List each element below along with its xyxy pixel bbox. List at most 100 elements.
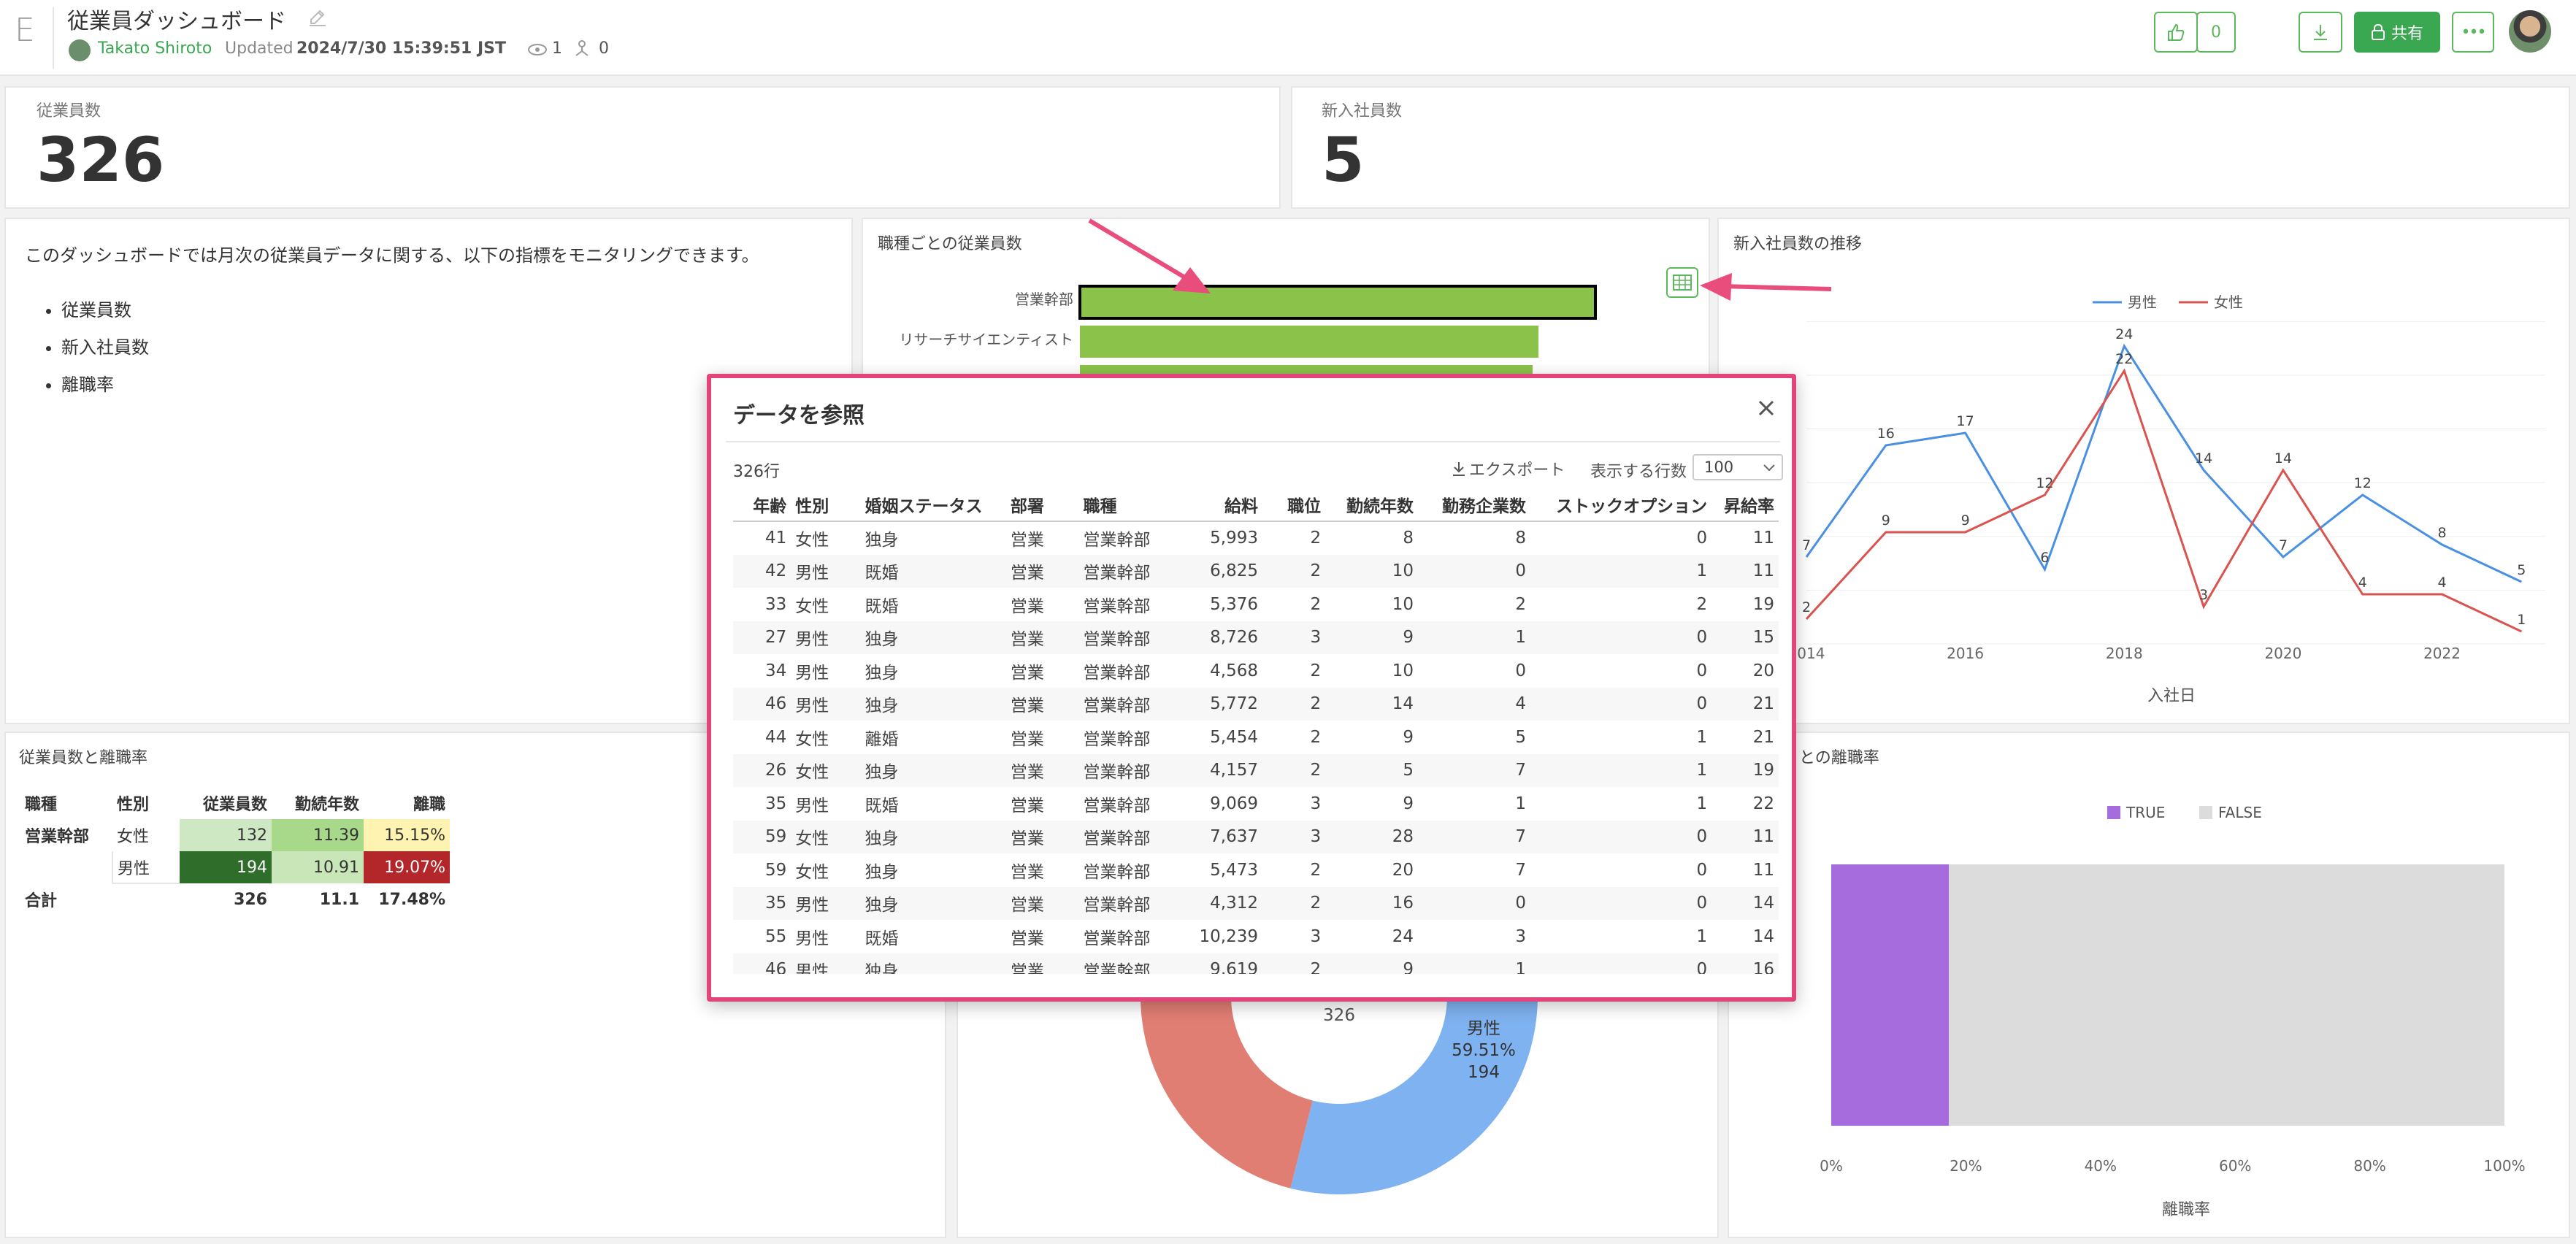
table-cell: 営業 (1005, 886, 1079, 920)
table-cell: 営業 (1010, 596, 1044, 616)
table-cell: 営業幹部 (1078, 953, 1181, 974)
total-rate: 17.48% (378, 890, 445, 909)
table-cell: 女性 (795, 531, 829, 550)
rate-cell: 15.15% (364, 819, 450, 851)
author-avatar[interactable] (69, 39, 91, 61)
table-row: 46 男性 独身 営業 営業幹部 5,772 2 14 4 0 21 (733, 687, 1779, 721)
rate-cell: 19.07% (364, 851, 450, 883)
x-tick-label: 60% (2219, 1157, 2251, 1175)
table-cell: 独身 (865, 531, 899, 550)
table-cell: 女性 (795, 862, 829, 882)
x-tick-label: 100% (2483, 1157, 2525, 1175)
table-cell: 2 (1310, 860, 1322, 880)
table-cell: 営業 (1005, 953, 1079, 974)
table-cell: 20 (1392, 860, 1414, 880)
table-cell: 16 (1711, 953, 1779, 974)
gender-cell: 男性 (112, 851, 180, 884)
legend-true-swatch (2107, 806, 2120, 819)
col-header[interactable]: 婚姻ステータス (860, 488, 1006, 522)
col-header: 職種 (25, 796, 58, 814)
col-header[interactable]: 性別 (791, 488, 861, 522)
table-cell: 1 (1696, 926, 1708, 946)
data-label: 9 (1961, 512, 1970, 529)
table-cell: 1 (1696, 794, 1708, 813)
table-cell: 9 (1325, 621, 1418, 654)
table-cell: 0 (1530, 621, 1712, 654)
table-cell: 2 (1262, 753, 1326, 787)
table-cell: 14 (1325, 687, 1418, 721)
bar-mark[interactable] (1080, 326, 1539, 358)
legend-false-swatch (2199, 806, 2212, 819)
table-cell: 15 (1711, 621, 1779, 654)
col-header[interactable]: 勤続年数 (1325, 488, 1418, 522)
table-cell: 19 (1752, 594, 1774, 614)
divider (53, 7, 54, 69)
kpi-value: 326 (37, 124, 165, 196)
data-label: 9 (1882, 512, 1890, 529)
col-header[interactable]: 昇給率 (1711, 488, 1779, 522)
table-cell: 5,454 (1210, 727, 1259, 747)
table-row: 59 女性 独身 営業 営業幹部 5,473 2 20 7 0 11 (733, 853, 1779, 887)
app-logo[interactable]: E (15, 12, 35, 49)
legend-false: FALSE (2218, 804, 2262, 821)
table-cell: 1 (1530, 753, 1712, 787)
table-cell: 3 (1262, 621, 1326, 654)
table-row: 55 男性 既婚 営業 営業幹部 10,239 3 24 3 1 14 (733, 920, 1779, 953)
table-cell: 7 (1417, 753, 1531, 787)
table-cell: 0 (1417, 886, 1531, 920)
list-item: 離職率 (61, 366, 149, 404)
table-cell: 5,772 (1181, 687, 1263, 721)
list-item: 新入社員数 (61, 329, 149, 366)
gender-cell: 女性 (117, 828, 150, 846)
like-count[interactable]: 0 (2196, 12, 2236, 53)
table-cell: 独身 (860, 886, 1006, 920)
data-label: 4 (2358, 575, 2367, 591)
count-cell: 132 (180, 819, 272, 851)
table-cell: 19 (1711, 753, 1779, 787)
table-cell: 営業 (1005, 820, 1079, 853)
x-axis-label: 入社日 (2147, 687, 2196, 705)
col-header[interactable]: 職位 (1262, 488, 1326, 522)
table-row: 35 男性 独身 営業 営業幹部 4,312 2 16 0 0 14 (733, 886, 1779, 920)
like-button[interactable] (2154, 12, 2198, 53)
bar-false[interactable] (1949, 864, 2504, 1126)
table-cell: 9 (1403, 794, 1414, 813)
table-cell: 営業幹部 (1083, 862, 1151, 882)
table-cell: 2 (1310, 594, 1322, 614)
bar-true[interactable] (1831, 864, 1950, 1126)
table-cell: 4,312 (1181, 886, 1263, 920)
table-cell: 営業 (1010, 531, 1044, 550)
col-header[interactable]: 勤務企業数 (1417, 488, 1531, 522)
table-row: 44 女性 離婚 営業 営業幹部 5,454 2 9 5 1 21 (733, 721, 1779, 754)
col-header[interactable]: 職種 (1078, 488, 1181, 522)
col-header[interactable]: 年齢 (733, 488, 791, 522)
table-cell: 2 (1310, 661, 1322, 680)
share-button[interactable]: 共有 (2354, 12, 2440, 53)
count-cell: 194 (180, 851, 272, 883)
table-cell: 11 (1711, 554, 1779, 588)
table-cell: 10 (1325, 554, 1418, 588)
table-cell: 既婚 (865, 796, 899, 815)
col-header[interactable]: 部署 (1005, 488, 1079, 522)
table-cell: 離婚 (865, 729, 899, 749)
table-cell: 営業幹部 (1078, 753, 1181, 787)
more-button[interactable]: ••• (2452, 12, 2494, 53)
kpi-card-employees: 従業員数 326 (4, 86, 1281, 209)
col-header[interactable]: ストックオプション (1530, 488, 1712, 522)
author-name[interactable]: Takato Shiroto (98, 39, 212, 58)
table-cell: 独身 (865, 663, 899, 683)
table-cell: 8,726 (1181, 621, 1263, 654)
col-header[interactable]: 給料 (1181, 488, 1263, 522)
kpi-card-new-hires: 新入社員数 5 (1291, 86, 2570, 209)
download-button[interactable] (2299, 12, 2342, 53)
table-cell: 独身 (860, 621, 1006, 654)
data-table-scroll[interactable]: 年齢 性別 婚姻ステータス 部署 職種 給料 職位 勤続年数 勤務企業数 ストックオプション 昇給率… (711, 378, 1792, 974)
data-label: 12 (2036, 475, 2053, 491)
table-cell: 59 (765, 860, 787, 880)
table-cell: 10 (1392, 594, 1414, 614)
user-avatar[interactable] (2509, 10, 2551, 53)
table-cell: 独身 (860, 953, 1006, 974)
edit-icon[interactable] (307, 6, 329, 32)
donut-center-value: 326 (1323, 1006, 1355, 1025)
series-line[interactable] (1805, 343, 2522, 583)
